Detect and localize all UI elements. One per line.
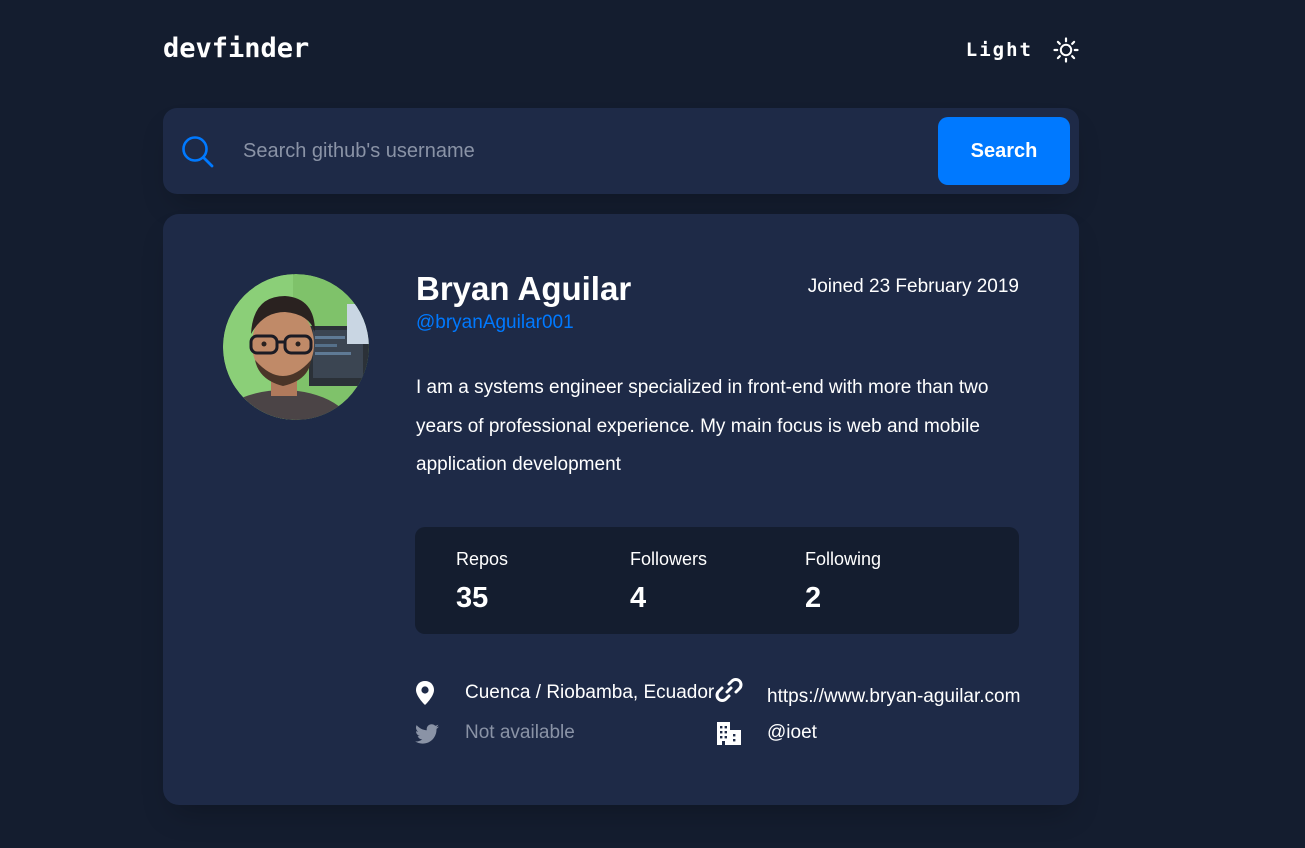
- website-item: [715, 675, 743, 705]
- profile-card: Bryan Aguilar @bryanAguilar001 Joined 23…: [163, 214, 1079, 805]
- location-pin-icon: [416, 681, 434, 705]
- theme-toggle-label: Light: [965, 39, 1033, 61]
- profile-login-link[interactable]: @bryanAguilar001: [416, 312, 574, 334]
- twitter-text: Not available: [465, 722, 575, 743]
- stat-label: Followers: [630, 549, 708, 569]
- avatar: [223, 274, 369, 420]
- company-link[interactable]: @ioet: [767, 722, 817, 744]
- search-icon: [182, 136, 214, 168]
- twitter-item: [413, 719, 441, 749]
- location-text: Cuenca / Riobamba, Ecuador: [465, 682, 715, 703]
- location-item: [411, 678, 439, 708]
- header: devfinder Light: [163, 30, 1079, 70]
- stat-value: 2: [805, 582, 822, 614]
- profile-name: Bryan Aguilar: [416, 270, 632, 307]
- twitter-icon: [415, 724, 439, 744]
- search-bar: Search: [163, 108, 1079, 194]
- company-item: [715, 718, 743, 748]
- search-button[interactable]: Search: [938, 117, 1070, 185]
- profile-bio: I am a systems engineer specialized in f…: [416, 377, 989, 475]
- search-input[interactable]: [243, 132, 923, 170]
- building-icon: [717, 722, 741, 745]
- stat-value: 4: [630, 582, 647, 614]
- joined-date: Joined 23 February 2019: [807, 276, 1019, 297]
- stats-panel: Repos 35 Followers 4 Following 2: [415, 527, 1019, 634]
- app-logo: devfinder: [163, 33, 310, 64]
- stat-repos: Repos 35: [456, 549, 508, 615]
- stat-followers: Followers 4: [630, 549, 707, 615]
- theme-toggle-button[interactable]: Light: [966, 34, 1079, 66]
- link-icon: [715, 678, 743, 702]
- sun-icon: [1053, 37, 1079, 63]
- stat-following: Following 2: [805, 549, 881, 615]
- website-link[interactable]: https://www.bryan-aguilar.com: [767, 686, 1020, 708]
- stat-label: Repos: [456, 549, 509, 569]
- stat-label: Following: [805, 549, 882, 569]
- stat-value: 35: [456, 582, 489, 614]
